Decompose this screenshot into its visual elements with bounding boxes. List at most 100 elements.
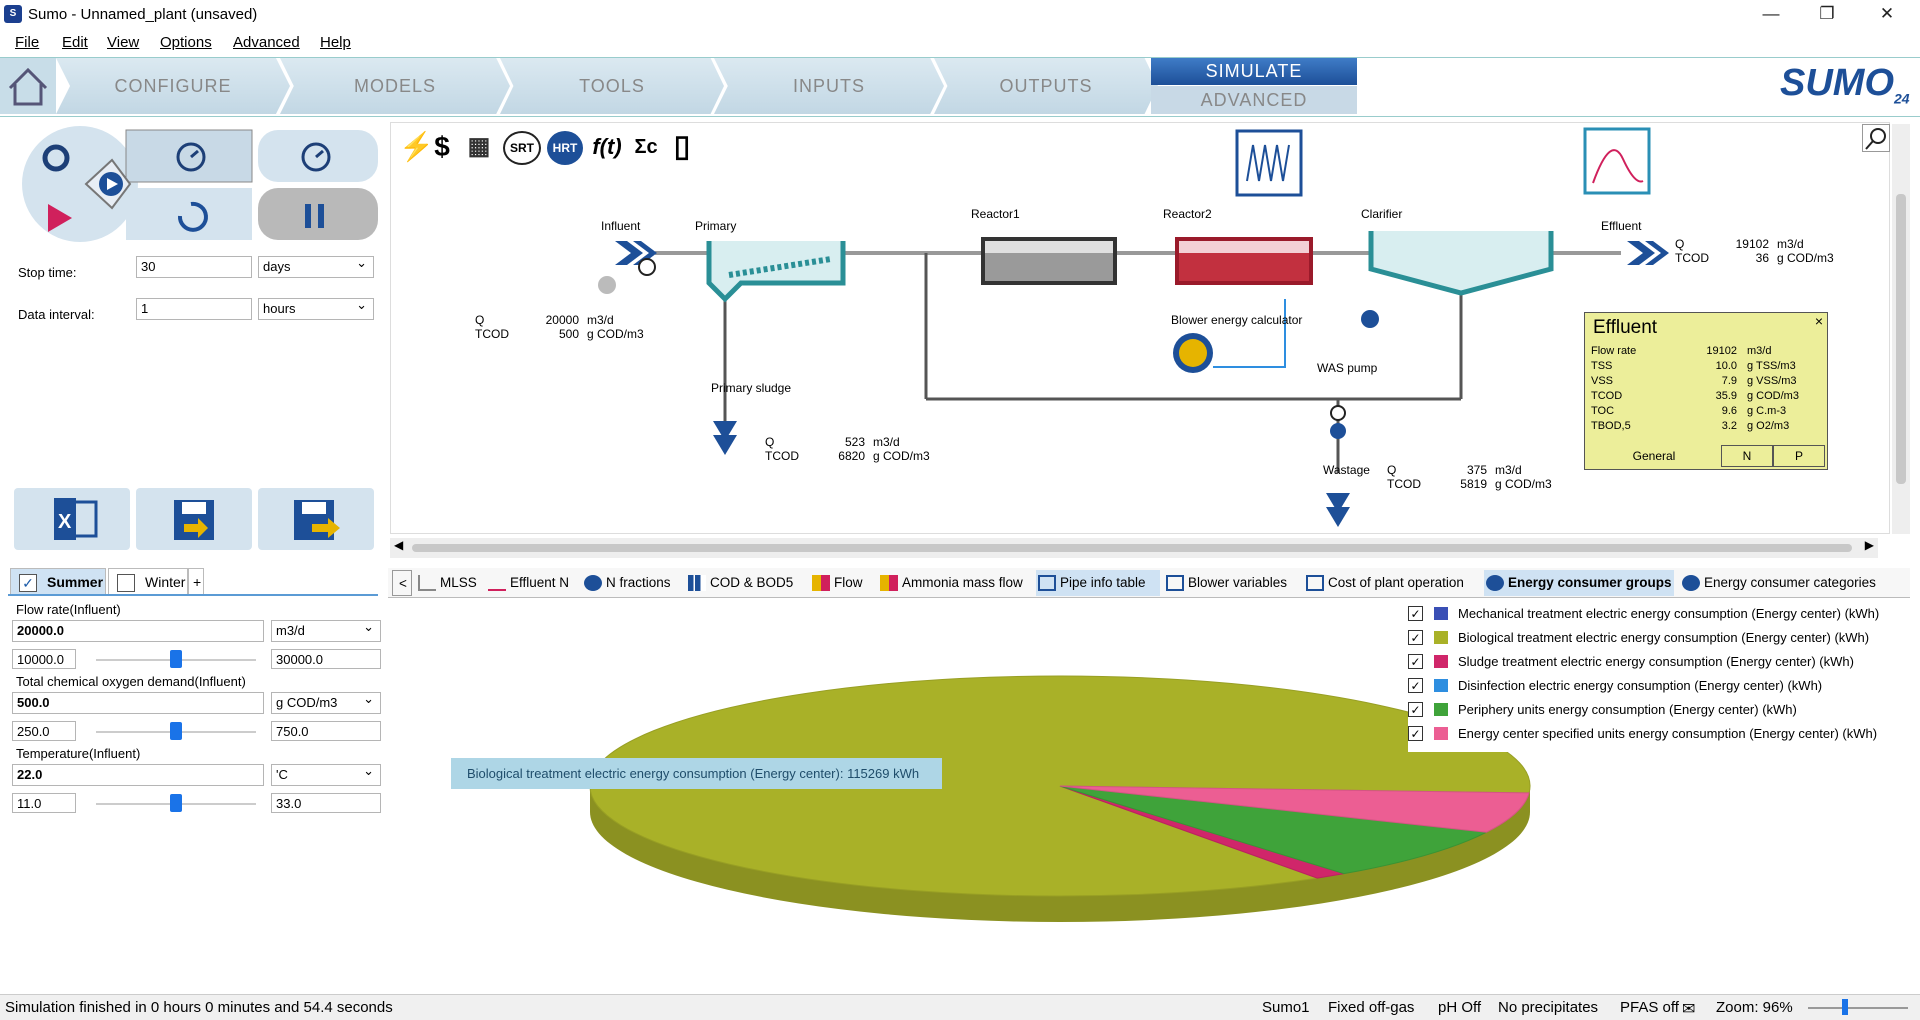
zoom-slider-thumb[interactable]	[1842, 999, 1848, 1015]
export-excel-button[interactable]: X	[14, 488, 130, 550]
tab-simulate[interactable]: SIMULATE ADVANCED	[1151, 58, 1357, 114]
popup-tab-p[interactable]: P	[1773, 445, 1825, 467]
input-value-tcod[interactable]: 500.0	[12, 692, 264, 714]
close-button[interactable]: ✕	[1864, 2, 1910, 26]
tab-cod-bod5[interactable]: COD & BOD5	[686, 570, 812, 596]
tab-tools[interactable]: TOOLS	[500, 58, 724, 114]
status-offgas[interactable]: Fixed off-gas	[1328, 999, 1414, 1016]
winter-checkbox[interactable]	[117, 574, 135, 592]
input-min-temp[interactable]: 11.0	[12, 793, 76, 813]
input-unit-tcod[interactable]: g COD/m3	[271, 691, 381, 714]
menu-view[interactable]: View	[107, 34, 139, 51]
tab-n-fractions[interactable]: N fractions	[582, 570, 682, 596]
add-scenario-button[interactable]: +	[188, 568, 204, 594]
tab-configure[interactable]: CONFIGURE	[56, 58, 290, 114]
timed-run-button[interactable]	[258, 130, 378, 182]
legend-checkbox[interactable]: ✓	[1408, 702, 1423, 717]
tab-advanced-label[interactable]: ADVANCED	[1151, 86, 1357, 114]
menu-edit[interactable]: Edit	[62, 34, 88, 51]
tabs-scroll-left[interactable]: <	[392, 570, 412, 596]
save-as-button[interactable]	[258, 488, 374, 550]
menu-file[interactable]: File	[15, 34, 39, 51]
status-pfas[interactable]: PFAS off	[1620, 999, 1679, 1016]
data-interval-input[interactable]: 1	[136, 298, 252, 320]
title-bar: S Sumo - Unnamed_plant (unsaved) — ❐ ✕	[0, 0, 1920, 28]
status-precipitates[interactable]: No precipitates	[1498, 999, 1598, 1016]
diagram-vertical-scrollbar[interactable]	[1892, 124, 1910, 534]
legend-checkbox[interactable]: ✓	[1408, 726, 1423, 741]
scenario-summer-tab[interactable]: ✓ Summer	[10, 568, 106, 594]
pause-button[interactable]	[258, 188, 378, 240]
label-reactor2: Reactor2	[1163, 207, 1212, 221]
maximize-button[interactable]: ❐	[1804, 2, 1850, 26]
legend-checkbox[interactable]: ✓	[1408, 630, 1423, 645]
profile-widget[interactable]	[1583, 127, 1651, 195]
legend-checkbox[interactable]: ✓	[1408, 678, 1423, 693]
stop-time-label: Stop time:	[18, 265, 77, 280]
steady-state-button[interactable]	[126, 130, 252, 182]
status-model[interactable]: Sumo1	[1262, 999, 1310, 1016]
menu-advanced[interactable]: Advanced	[233, 34, 300, 51]
tab-blower-variables[interactable]: Blower variables	[1164, 570, 1302, 596]
legend-checkbox[interactable]: ✓	[1408, 654, 1423, 669]
tab-outputs[interactable]: OUTPUTS	[934, 58, 1158, 114]
input-min-flow[interactable]: 10000.0	[12, 649, 76, 669]
input-max-flow[interactable]: 30000.0	[271, 649, 381, 669]
tab-flow[interactable]: Flow	[810, 570, 872, 596]
scroll-left-icon[interactable]: ◀	[394, 538, 403, 552]
minimize-button[interactable]: —	[1748, 2, 1794, 26]
ps-tcod-label: TCOD	[765, 449, 799, 463]
input-value-flow[interactable]: 20000.0	[12, 620, 264, 642]
stop-time-unit-select[interactable]: days	[258, 255, 374, 278]
dynamic-run-button[interactable]	[88, 164, 128, 204]
input-max-temp[interactable]: 33.0	[271, 793, 381, 813]
tab-inputs[interactable]: INPUTS	[714, 58, 944, 114]
tab-ammonia-mass-flow[interactable]: Ammonia mass flow	[878, 570, 1038, 596]
tab-cost-of-plant-operation[interactable]: Cost of plant operation	[1304, 570, 1484, 596]
scenario-winter-tab[interactable]: Winter	[108, 568, 188, 594]
tab-models[interactable]: MODELS	[280, 58, 510, 114]
input-min-tcod[interactable]: 250.0	[12, 721, 76, 741]
legend-checkbox[interactable]: ✓	[1408, 606, 1423, 621]
legend-label: Biological treatment electric energy con…	[1458, 630, 1870, 645]
slider-thumb-temp[interactable]	[170, 794, 182, 812]
input-unit-flow[interactable]: m3/d	[271, 619, 381, 642]
popup-close-button[interactable]: ×	[1815, 313, 1823, 329]
label-influent: Influent	[601, 219, 641, 233]
stop-time-input[interactable]: 30	[136, 256, 252, 278]
legend-label: Energy center specified units energy con…	[1458, 726, 1878, 741]
summer-checkbox[interactable]: ✓	[19, 574, 37, 592]
vscroll-thumb[interactable]	[1896, 194, 1906, 484]
reset-button[interactable]	[126, 188, 252, 240]
tab-energy-consumer-groups[interactable]: Energy consumer groups	[1484, 570, 1674, 596]
scroll-right-icon[interactable]: ▶	[1865, 538, 1874, 552]
menu-help[interactable]: Help	[320, 34, 351, 51]
tab-effluent-n[interactable]: Effluent N	[486, 570, 586, 596]
row-unit: g TSS/m3	[1747, 360, 1796, 372]
eff-q-label: Q	[1675, 237, 1685, 251]
eff-tcod-unit: g COD/m3	[1777, 251, 1834, 265]
input-value-temp[interactable]: 22.0	[12, 764, 264, 786]
menu-options[interactable]: Options	[160, 34, 212, 51]
tab-pipe-info-table[interactable]: Pipe info table	[1036, 570, 1160, 596]
run-button[interactable]	[38, 198, 78, 238]
mail-icon[interactable]: ✉	[1682, 999, 1695, 1019]
stop-button[interactable]	[28, 140, 64, 176]
popup-tab-general[interactable]: General	[1587, 445, 1721, 467]
scroll-thumb[interactable]	[412, 544, 1852, 552]
slider-thumb-tcod[interactable]	[170, 722, 182, 740]
save-state-button[interactable]	[136, 488, 252, 550]
diagram-horizontal-scrollbar[interactable]: ◀ ▶	[390, 538, 1878, 558]
popup-tab-n[interactable]: N	[1721, 445, 1773, 467]
input-max-tcod[interactable]: 750.0	[271, 721, 381, 741]
data-interval-unit-select[interactable]: hours	[258, 297, 374, 320]
slider-thumb-flow[interactable]	[170, 650, 182, 668]
tab-energy-consumer-categories[interactable]: Energy consumer categories	[1680, 570, 1890, 596]
home-button[interactable]	[0, 58, 56, 114]
input-unit-temp[interactable]: 'C	[271, 763, 381, 786]
zoom-search-button[interactable]	[1862, 124, 1890, 152]
tab-simulate-label[interactable]: SIMULATE	[1151, 58, 1357, 85]
status-ph[interactable]: pH Off	[1438, 999, 1481, 1016]
tab-mlss[interactable]: MLSS	[416, 570, 484, 596]
excel-icon: X	[54, 498, 98, 540]
